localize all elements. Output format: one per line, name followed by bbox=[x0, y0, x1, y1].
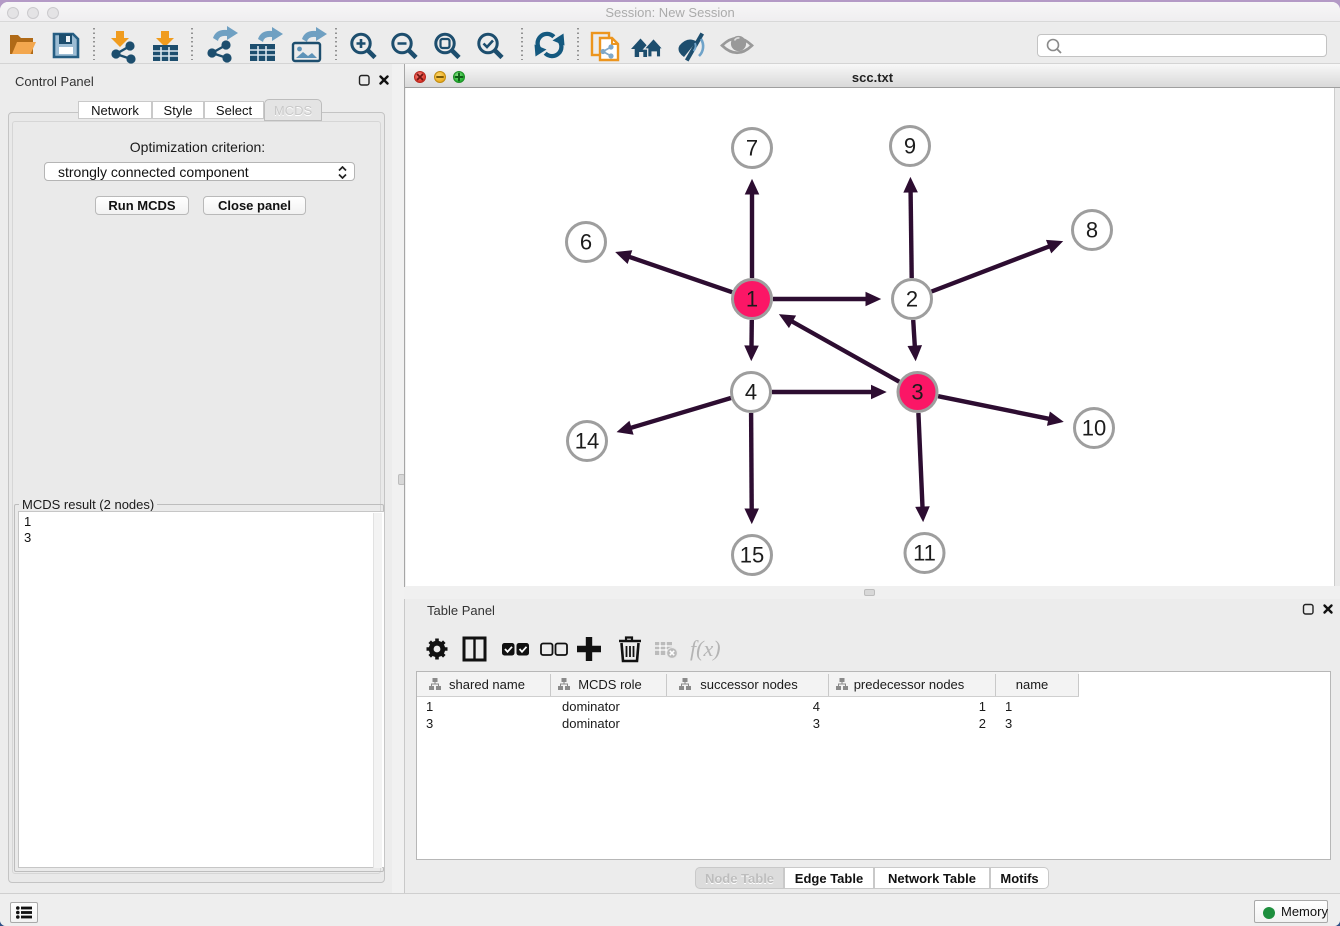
svg-text:3: 3 bbox=[426, 716, 433, 731]
svg-text:3: 3 bbox=[911, 380, 923, 405]
svg-text:11: 11 bbox=[913, 541, 936, 566]
svg-text:10: 10 bbox=[1082, 416, 1106, 441]
svg-text:6: 6 bbox=[580, 230, 592, 255]
svg-text:dominator: dominator bbox=[562, 699, 620, 714]
svg-text:dominator: dominator bbox=[562, 716, 620, 731]
svg-text:name: name bbox=[1016, 677, 1049, 692]
svg-text:7: 7 bbox=[746, 136, 758, 161]
svg-text:1: 1 bbox=[1005, 699, 1012, 714]
svg-text:8: 8 bbox=[1086, 218, 1098, 243]
svg-text:shared name: shared name bbox=[449, 677, 525, 692]
svg-text:9: 9 bbox=[904, 134, 916, 159]
svg-text:4: 4 bbox=[813, 699, 820, 714]
svg-text:2: 2 bbox=[979, 716, 986, 731]
svg-text:3: 3 bbox=[1005, 716, 1012, 731]
svg-text:2: 2 bbox=[906, 287, 918, 312]
svg-text:1: 1 bbox=[426, 699, 433, 714]
svg-text:1: 1 bbox=[746, 287, 758, 312]
svg-text:15: 15 bbox=[740, 543, 764, 568]
svg-text:1: 1 bbox=[979, 699, 986, 714]
svg-text:f(x): f(x) bbox=[690, 636, 721, 661]
svg-text:predecessor nodes: predecessor nodes bbox=[854, 677, 965, 692]
svg-text:4: 4 bbox=[745, 380, 757, 405]
svg-text:MCDS role: MCDS role bbox=[578, 677, 642, 692]
svg-text:3: 3 bbox=[813, 716, 820, 731]
svg-text:successor nodes: successor nodes bbox=[700, 677, 798, 692]
svg-text:14: 14 bbox=[575, 429, 599, 454]
